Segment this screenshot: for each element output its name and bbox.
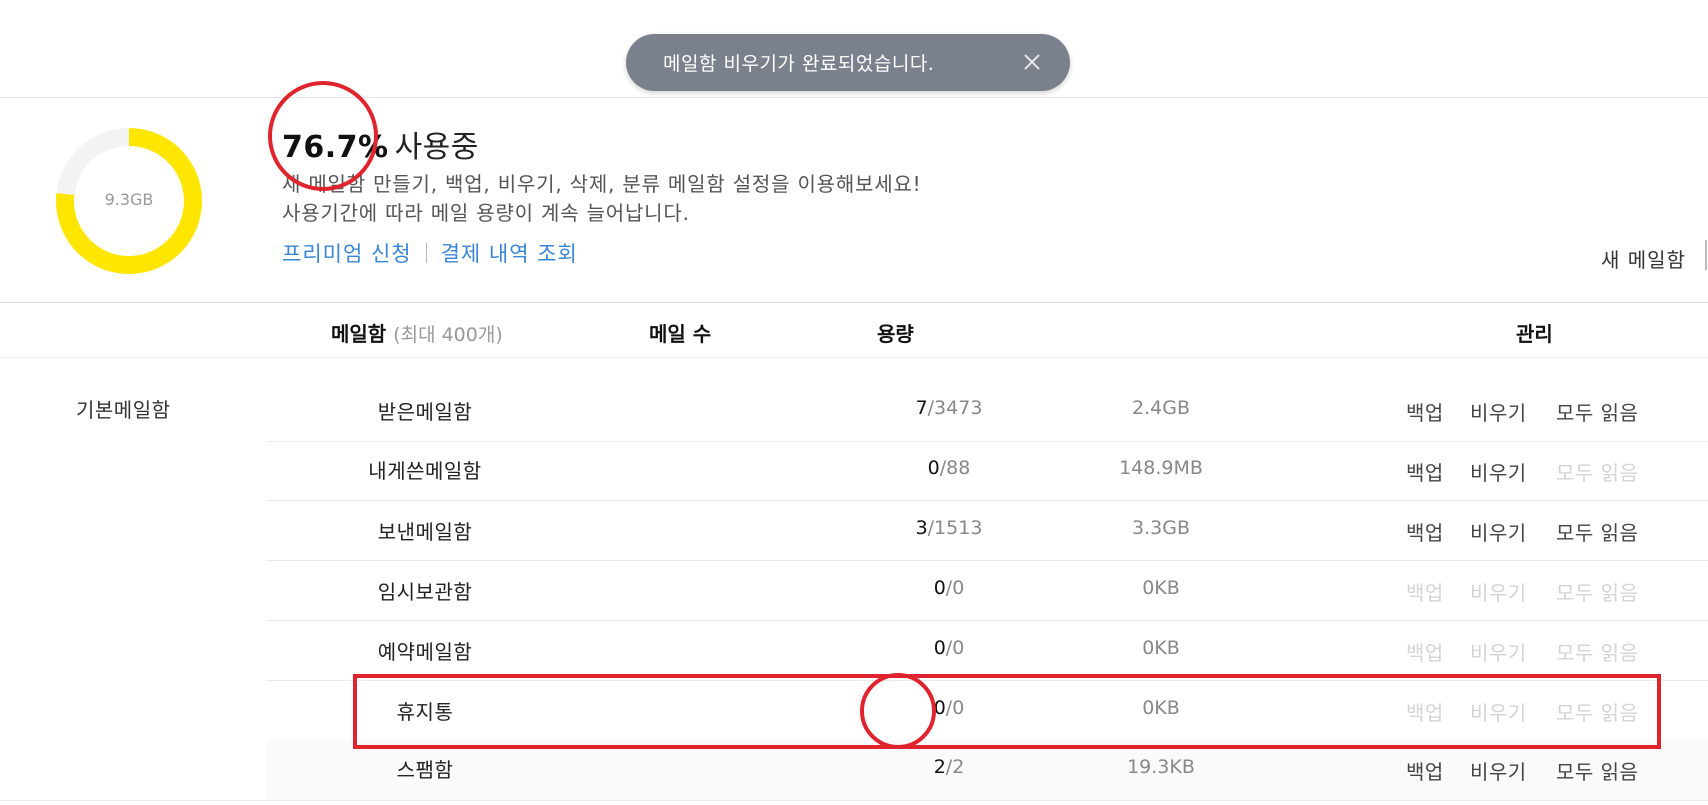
toast-message: 메일함 비우기가 완료되었습니다.	[663, 53, 935, 75]
mailbox-size: 0KB	[1142, 637, 1180, 659]
mailbox-name[interactable]: 보낸메일함	[266, 516, 584, 545]
header-divider	[0, 357, 1708, 358]
toast-notification: 메일함 비우기가 완료되었습니다.	[626, 34, 1070, 91]
unread-count: 0	[927, 457, 940, 479]
unread-count: 3	[915, 517, 928, 539]
mailbox-size: 19.3KB	[1127, 756, 1195, 778]
unread-count: 0	[933, 577, 946, 599]
empty-button[interactable]: 비우기	[1470, 397, 1527, 426]
backup-button: 백업	[1406, 641, 1444, 665]
bottom-divider	[0, 800, 1708, 801]
annotation-circle-percent	[268, 81, 378, 191]
header-mailbox-label: 메일함	[331, 322, 387, 346]
backup-button[interactable]: 백업	[1406, 457, 1444, 486]
unread-count: 7	[915, 397, 928, 419]
mailbox-row-self[interactable]: 내게쓴메일함 0/88 148.9MB 백업 비우기 모두 읽음	[266, 441, 1708, 501]
header-mailbox: 메일함 (최대 400개)	[331, 318, 503, 347]
backup-button[interactable]: 백업	[1406, 756, 1444, 785]
total-count: /0	[945, 637, 965, 659]
total-capacity: 9.3GB	[104, 190, 154, 209]
mailbox-name[interactable]: 스팸함	[266, 754, 584, 783]
mailbox-row-scheduled[interactable]: 예약메일함 0/0 0KB 백업 비우기 모두 읽음	[266, 620, 1708, 680]
empty-button: 비우기	[1470, 581, 1527, 605]
mailbox-name[interactable]: 임시보관함	[266, 576, 584, 605]
read-all-button: 모두 읽음	[1556, 581, 1639, 605]
mailbox-name[interactable]: 내게쓴메일함	[266, 455, 584, 484]
mailbox-row-sent[interactable]: 보낸메일함 3/1513 3.3GB 백업 비우기 모두 읽음	[266, 500, 1708, 560]
total-count: /3473	[927, 397, 983, 419]
mailbox-size: 0KB	[1142, 577, 1180, 599]
read-all-button: 모두 읽음	[1556, 641, 1639, 665]
new-mailbox-button[interactable]: 새 메일함	[1601, 244, 1686, 273]
unread-count: 0	[933, 637, 946, 659]
read-all-button[interactable]: 모두 읽음	[1556, 756, 1638, 785]
empty-button: 비우기	[1470, 641, 1527, 665]
header-count: 메일 수	[649, 322, 712, 346]
payment-history-link[interactable]: 결제 내역 조회	[441, 238, 578, 268]
read-all-button: 모두 읽음	[1556, 461, 1639, 485]
backup-button[interactable]: 백업	[1406, 517, 1444, 546]
mailbox-row-inbox[interactable]: 받은메일함 7/3473 2.4GB 백업 비우기 모두 읽음	[266, 380, 1708, 440]
usage-using-label: 사용중	[394, 130, 479, 165]
header-mailbox-note: (최대 400개)	[393, 324, 503, 346]
default-mailbox-group-label: 기본메일함	[76, 398, 171, 422]
total-count: /1513	[927, 517, 983, 539]
backup-button[interactable]: 백업	[1406, 397, 1444, 426]
read-all-button[interactable]: 모두 읽음	[1556, 517, 1638, 546]
close-icon[interactable]	[1022, 52, 1042, 72]
mailbox-size: 148.9MB	[1119, 457, 1203, 479]
total-count: /88	[939, 457, 971, 479]
mailbox-row-drafts[interactable]: 임시보관함 0/0 0KB 백업 비우기 모두 읽음	[266, 560, 1708, 620]
unread-count: 2	[933, 756, 946, 778]
annotation-rect-trash-row	[353, 674, 1661, 749]
annotation-circle-trash-size	[860, 673, 936, 749]
mailbox-name[interactable]: 예약메일함	[266, 636, 584, 665]
new-mailbox-input-edge	[1705, 240, 1707, 270]
empty-button[interactable]: 비우기	[1470, 756, 1527, 785]
mailbox-row-spam[interactable]: 스팸함 2/2 19.3KB 백업 비우기 모두 읽음	[266, 740, 1708, 800]
header-size: 용량	[877, 322, 914, 346]
header-manage: 관리	[1516, 322, 1553, 346]
empty-button[interactable]: 비우기	[1470, 517, 1527, 546]
premium-apply-link[interactable]: 프리미엄 신청	[282, 238, 412, 268]
top-divider	[0, 97, 1708, 98]
total-count: /0	[945, 577, 965, 599]
read-all-button[interactable]: 모두 읽음	[1556, 397, 1638, 426]
usage-links: 프리미엄 신청 결제 내역 조회	[282, 238, 578, 268]
link-separator	[425, 243, 427, 263]
usage-description-2: 사용기간에 따라 메일 용량이 계속 늘어납니다.	[282, 201, 690, 225]
section-divider	[0, 302, 1708, 303]
mailbox-size: 2.4GB	[1132, 397, 1190, 419]
backup-button: 백업	[1406, 581, 1444, 605]
usage-description-1: 새 메일함 만들기, 백업, 비우기, 삭제, 분류 메일함 설정을 이용해보세…	[282, 172, 922, 196]
empty-button[interactable]: 비우기	[1470, 457, 1527, 486]
total-count: /2	[945, 756, 965, 778]
mailbox-name[interactable]: 받은메일함	[266, 396, 584, 425]
mailbox-size: 3.3GB	[1132, 517, 1190, 539]
